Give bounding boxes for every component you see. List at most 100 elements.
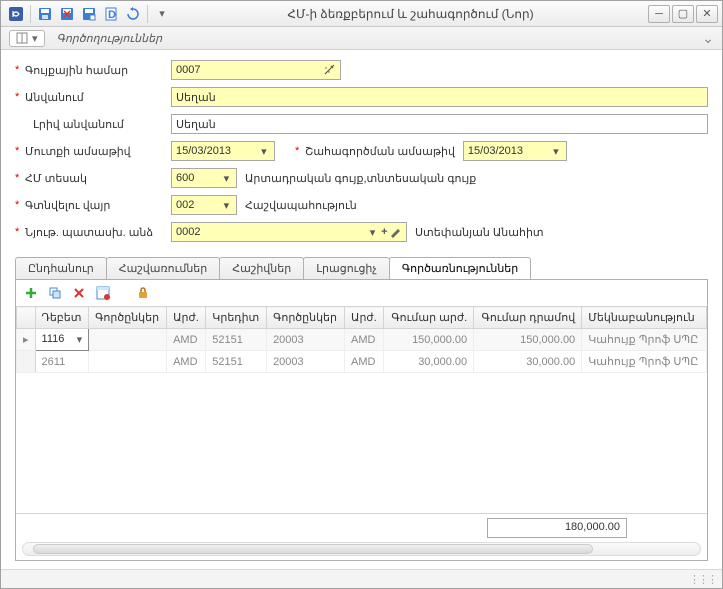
table-cell[interactable]: [17, 351, 36, 373]
col-amount-dram[interactable]: Գումար դրամով: [474, 307, 582, 329]
chevron-down-icon[interactable]: ▾: [550, 145, 562, 158]
document-icon[interactable]: D: [101, 4, 121, 24]
table-cell[interactable]: [89, 329, 167, 351]
app-logo-icon[interactable]: [6, 4, 26, 24]
table-cell[interactable]: AMD: [345, 351, 384, 373]
fullname-field[interactable]: [171, 114, 708, 134]
exploit-date-input[interactable]: [468, 142, 550, 160]
type-field[interactable]: ▾: [171, 168, 237, 188]
table-cell[interactable]: ▸: [17, 329, 36, 351]
book-icon: [16, 32, 28, 44]
col-debit[interactable]: Դեբետ: [35, 307, 89, 329]
svg-text:D: D: [108, 9, 116, 21]
table-row[interactable]: ▸1116 ▾AMD5215120003AMD150,000.00150,000…: [17, 329, 707, 351]
save-icon[interactable]: [35, 4, 55, 24]
chevron-down-icon[interactable]: ▾: [258, 145, 270, 158]
tab-additional[interactable]: Լրացուցիչ: [303, 257, 390, 279]
grid-footer: 180,000.00: [16, 513, 707, 542]
plus-icon[interactable]: +: [378, 226, 390, 238]
grid-panel: Դեբետ Գործընկեր Արժ. Կրեդիտ Գործընկեր Ար…: [15, 279, 708, 561]
table-cell[interactable]: 150,000.00: [474, 329, 582, 351]
entry-date-input[interactable]: [176, 142, 258, 160]
fullname-label: Լրիվ անվանում: [15, 118, 171, 131]
table-cell[interactable]: AMD: [167, 351, 206, 373]
col-amount-cur[interactable]: Գումար արժ.: [384, 307, 474, 329]
chevron-down-icon[interactable]: ▾: [367, 226, 379, 239]
chevron-down-icon[interactable]: ▾: [77, 333, 83, 346]
scrollbar-thumb[interactable]: [33, 544, 593, 554]
table-cell[interactable]: 150,000.00: [384, 329, 474, 351]
col-partners2[interactable]: Գործընկեր: [267, 307, 345, 329]
table-cell[interactable]: 52151: [206, 329, 267, 351]
table-cell[interactable]: 20003: [267, 329, 345, 351]
view-mode-button[interactable]: ▾: [9, 30, 45, 47]
entry-date-label: Մուտքի ամսաթիվ: [15, 145, 171, 158]
tab-accounting[interactable]: Հաշվառումներ: [106, 257, 221, 279]
table-cell[interactable]: 52151: [206, 351, 267, 373]
table-cell[interactable]: 30,000.00: [474, 351, 582, 373]
maximize-button[interactable]: ▢: [672, 5, 694, 23]
delete-row-icon[interactable]: [70, 284, 88, 302]
grid-settings-icon[interactable]: [94, 284, 112, 302]
col-cur2[interactable]: Արժ.: [345, 307, 384, 329]
close-button[interactable]: ✕: [696, 5, 718, 23]
table-cell[interactable]: 30,000.00: [384, 351, 474, 373]
inventory-input[interactable]: [176, 61, 323, 79]
save-new-icon[interactable]: [79, 4, 99, 24]
edit-icon[interactable]: [390, 227, 402, 238]
name-input[interactable]: [176, 88, 703, 106]
fullname-input[interactable]: [176, 115, 703, 133]
data-grid[interactable]: Դեբետ Գործընկեր Արժ. Կրեդիտ Գործընկեր Ար…: [16, 306, 707, 513]
grid-header-row: Դեբետ Գործընկեր Արժ. Կրեդիտ Գործընկեր Ար…: [17, 307, 707, 329]
type-input[interactable]: [176, 169, 221, 187]
responsible-desc: Ստեփանյան Անահիտ: [415, 226, 544, 239]
resize-grip-icon[interactable]: ⋮⋮⋮: [689, 573, 716, 586]
minimize-button[interactable]: ─: [648, 5, 670, 23]
add-row-icon[interactable]: [22, 284, 40, 302]
form-area: Գույքային համար Անվանում Լրիվ անվանում Մ…: [1, 50, 722, 251]
toolbar-overflow-icon[interactable]: ▾: [152, 4, 172, 24]
refresh-icon[interactable]: [123, 4, 143, 24]
col-cur1[interactable]: Արժ.: [167, 307, 206, 329]
col-comment[interactable]: Մեկնաբանություն: [582, 307, 707, 329]
collapse-icon[interactable]: ⌄: [702, 30, 714, 47]
tab-accounts[interactable]: Հաշիվներ: [219, 257, 304, 279]
tab-general[interactable]: Ընդհանուր: [15, 257, 107, 279]
table-cell[interactable]: 20003: [267, 351, 345, 373]
responsible-field[interactable]: ▾ +: [171, 222, 407, 242]
responsible-input[interactable]: [176, 223, 367, 241]
horizontal-scrollbar[interactable]: [22, 542, 701, 556]
tabs-bar: Ընդհանուր Հաշվառումներ Հաշիվներ Լրացուցի…: [15, 257, 708, 279]
responsible-label: Նյութ. պատասխ. անձ: [15, 226, 171, 239]
total-value: 180,000.00: [487, 518, 627, 538]
save-close-icon[interactable]: [57, 4, 77, 24]
chevron-down-icon[interactable]: ▾: [221, 172, 232, 185]
section-label: Գործողություններ: [57, 32, 163, 45]
col-partners1[interactable]: Գործընկեր: [89, 307, 167, 329]
inventory-field[interactable]: [171, 60, 341, 80]
location-field[interactable]: ▾: [171, 195, 237, 215]
table-cell[interactable]: 2611: [35, 351, 89, 373]
table-cell[interactable]: Կահույք Պրոֆ ՍՊԸ: [582, 329, 707, 351]
exploit-date-field[interactable]: ▾: [463, 141, 567, 161]
location-input[interactable]: [176, 196, 221, 214]
wand-icon[interactable]: [323, 64, 336, 76]
table-cell[interactable]: [89, 351, 167, 373]
subtoolbar: ▾ Գործողություններ ⌄: [1, 27, 722, 50]
window-title: ՀՄ-ի ձեռքբերում և շահագործում (Նոր): [173, 7, 648, 21]
entry-date-field[interactable]: ▾: [171, 141, 275, 161]
col-credit[interactable]: Կրեդիտ: [206, 307, 267, 329]
table-cell[interactable]: AMD: [167, 329, 206, 351]
name-field[interactable]: [171, 87, 708, 107]
chevron-down-icon[interactable]: ▾: [221, 199, 232, 212]
table-row[interactable]: 2611AMD5215120003AMD30,000.0030,000.00Կա…: [17, 351, 707, 373]
location-desc: Հաշվապահություն: [245, 199, 357, 212]
tab-operations[interactable]: Գործառնություններ: [389, 257, 531, 279]
copy-row-icon[interactable]: [46, 284, 64, 302]
lock-icon[interactable]: [134, 284, 152, 302]
table-cell[interactable]: AMD: [345, 329, 384, 351]
name-label: Անվանում: [15, 91, 171, 104]
location-label: Գտնվելու վայր: [15, 199, 171, 212]
table-cell[interactable]: 1116 ▾: [35, 329, 89, 351]
table-cell[interactable]: Կահույք Պրոֆ ՍՊԸ: [582, 351, 707, 373]
